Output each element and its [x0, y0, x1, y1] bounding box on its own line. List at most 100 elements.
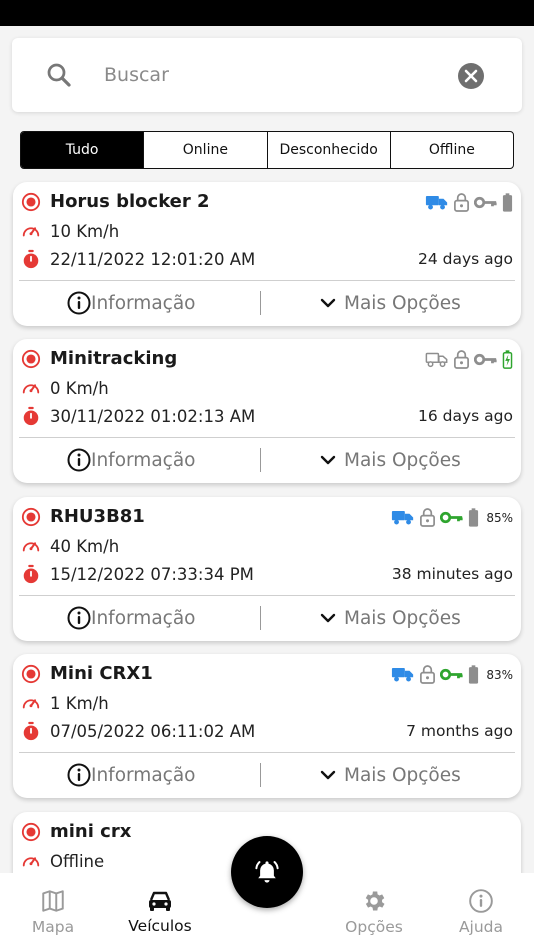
- vehicle-speed: 0 Km/h: [50, 378, 109, 398]
- card-actions: Informação Mais Opções: [13, 753, 521, 797]
- info-icon: [67, 763, 91, 787]
- search-icon: [47, 63, 71, 87]
- vehicle-card-horus-blocker-2[interactable]: Horus blocker 2 10 Km/h 22/11/2022 12:01…: [13, 182, 521, 326]
- action-separator: [260, 291, 261, 315]
- speedometer-icon: [21, 851, 41, 871]
- lock-icon: [453, 349, 470, 370]
- status-dot-icon: [21, 507, 41, 527]
- truck-icon: [425, 194, 449, 211]
- more-options-label: Mais Opções: [344, 607, 461, 629]
- lock-icon: [419, 507, 436, 528]
- nav-map[interactable]: Mapa: [16, 873, 90, 950]
- battery-charging-icon: [502, 349, 513, 370]
- vehicle-name: mini crx: [50, 821, 132, 842]
- info-button[interactable]: Informação: [67, 604, 195, 632]
- nav-map-label: Mapa: [31, 917, 75, 936]
- tab-online[interactable]: Online: [144, 132, 268, 168]
- nav-help[interactable]: Ajuda: [448, 873, 514, 950]
- info-label: Informação: [91, 292, 196, 314]
- stopwatch-icon: [21, 721, 41, 741]
- status-dot-icon: [21, 664, 41, 684]
- help-info-icon: [469, 888, 493, 913]
- vehicle-date: 07/05/2022 06:11:02 AM: [50, 721, 256, 741]
- nav-options[interactable]: Opções: [336, 873, 412, 950]
- stopwatch-icon: [21, 564, 41, 584]
- status-dot-icon: [21, 349, 41, 369]
- action-separator: [260, 763, 261, 787]
- vehicle-card-mini-crx1[interactable]: Mini CRX1 83% 1 Km/h 07/05/2022 06:11:02…: [13, 654, 521, 798]
- speedometer-icon: [21, 693, 41, 713]
- info-icon: [67, 606, 91, 630]
- card-actions: Informação Mais Opções: [13, 438, 521, 482]
- info-button[interactable]: Informação: [67, 289, 195, 317]
- more-options-button[interactable]: Mais Opções: [320, 604, 461, 632]
- key-icon: [474, 353, 498, 366]
- info-button[interactable]: Informação: [67, 446, 195, 474]
- vehicle-name: Horus blocker 2: [50, 191, 210, 212]
- action-separator: [260, 448, 261, 472]
- truck-icon: [391, 509, 415, 526]
- vehicle-card-minitracking[interactable]: Minitracking 0 Km/h 30/11/2022 01:02:13 …: [13, 339, 521, 483]
- car-icon: [149, 891, 171, 911]
- status-icons: [425, 192, 513, 213]
- nav-help-label: Ajuda: [458, 917, 504, 936]
- chevron-down-icon: [320, 613, 336, 623]
- alarm-fab-button[interactable]: [231, 836, 303, 908]
- filter-tabs: Tudo Online Desconhecido Offline: [20, 131, 514, 169]
- chevron-down-icon: [320, 770, 336, 780]
- tab-tudo[interactable]: Tudo: [21, 132, 145, 168]
- vehicle-last-seen: 24 days ago: [418, 250, 513, 268]
- truck-icon: [391, 666, 415, 683]
- battery-icon: [468, 507, 479, 528]
- speedometer-icon: [21, 221, 41, 241]
- search-input[interactable]: [104, 58, 444, 92]
- vehicle-date: 22/11/2022 12:01:20 AM: [50, 249, 256, 269]
- lock-icon: [453, 192, 470, 213]
- status-icons: 83%: [391, 664, 513, 685]
- action-separator: [260, 606, 261, 630]
- vehicle-last-seen: 38 minutes ago: [391, 565, 513, 583]
- nav-vehicles[interactable]: Veículos: [120, 873, 200, 950]
- vehicle-speed: Offline: [50, 851, 105, 871]
- battery-icon: [502, 192, 513, 213]
- vehicle-card-rhu3b81[interactable]: RHU3B81 85% 40 Km/h 15/12/2022 07:33:34 …: [13, 497, 521, 641]
- tab-desconhecido[interactable]: Desconhecido: [268, 132, 391, 168]
- vehicle-date: 15/12/2022 07:33:34 PM: [50, 564, 254, 584]
- vehicle-last-seen: 16 days ago: [418, 407, 513, 425]
- speedometer-icon: [21, 536, 41, 556]
- info-icon: [67, 291, 91, 315]
- card-actions: Informação Mais Opções: [13, 596, 521, 640]
- bell-ring-icon: [255, 861, 279, 883]
- map-icon: [42, 889, 64, 912]
- more-options-label: Mais Opções: [344, 764, 461, 786]
- more-options-button[interactable]: Mais Opções: [320, 289, 461, 317]
- more-options-button[interactable]: Mais Opções: [320, 446, 461, 474]
- more-options-button[interactable]: Mais Opções: [320, 761, 461, 789]
- speedometer-icon: [21, 378, 41, 398]
- key-icon: [440, 511, 464, 524]
- status-icons: [425, 349, 513, 370]
- nav-options-label: Opções: [345, 917, 403, 936]
- truck-icon: [425, 351, 449, 368]
- tab-offline[interactable]: Offline: [391, 132, 513, 168]
- vehicle-last-seen: 7 months ago: [406, 722, 513, 740]
- chevron-down-icon: [320, 298, 336, 308]
- info-button[interactable]: Informação: [67, 761, 195, 789]
- status-dot-icon: [21, 192, 41, 212]
- vehicle-date: 30/11/2022 01:02:13 AM: [50, 406, 256, 426]
- lock-icon: [419, 664, 436, 685]
- status-bar: [0, 0, 534, 26]
- gear-icon: [365, 890, 385, 911]
- battery-level: 85%: [486, 510, 513, 525]
- vehicle-speed: 1 Km/h: [50, 693, 109, 713]
- clear-search-icon[interactable]: [457, 62, 485, 90]
- vehicle-name: RHU3B81: [50, 506, 145, 527]
- more-options-label: Mais Opções: [344, 292, 461, 314]
- stopwatch-icon: [21, 406, 41, 426]
- nav-vehicles-label: Veículos: [128, 916, 192, 935]
- key-icon: [474, 196, 498, 209]
- info-icon: [67, 448, 91, 472]
- search-bar: [12, 38, 522, 112]
- info-label: Informação: [91, 449, 196, 471]
- info-label: Informação: [91, 764, 196, 786]
